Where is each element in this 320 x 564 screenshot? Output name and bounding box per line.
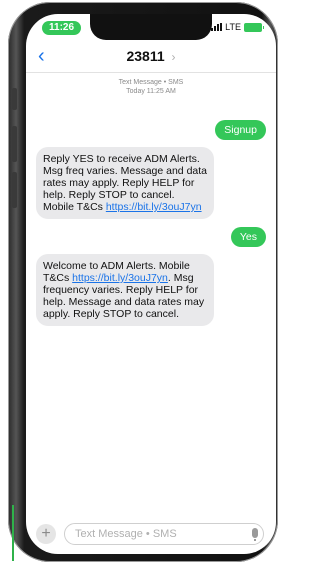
phone-frame: 11:26 LTE ‹ 23811 › Text Message • SMS T… [8, 2, 278, 562]
signal-icon [211, 23, 223, 31]
volume-up-button [12, 126, 17, 162]
chevron-right-icon: › [171, 50, 176, 64]
status-indicators: LTE [211, 22, 264, 32]
accent-line [12, 505, 14, 561]
message-input[interactable] [64, 523, 264, 545]
conversation-header: ‹ 23811 › [26, 42, 276, 73]
contact-name[interactable]: 23811 › [26, 48, 276, 64]
terms-link[interactable]: https://bit.ly/3ouJ7yn [106, 201, 202, 213]
message-composer: + [26, 518, 276, 554]
battery-icon [244, 22, 264, 32]
thread-timestamp: Today 11:25 AM [126, 88, 176, 95]
outgoing-message[interactable]: Signup [215, 120, 266, 140]
contact-number: 23811 [126, 48, 165, 64]
incoming-message[interactable]: Welcome to ADM Alerts. Mobile T&Cs https… [36, 254, 214, 326]
volume-down-button [12, 172, 17, 208]
thread-type: Text Message • SMS [118, 79, 184, 86]
status-time: 11:26 [42, 21, 82, 35]
incoming-message[interactable]: Reply YES to receive ADM Alerts. Msg fre… [36, 147, 214, 219]
thread-meta: Text Message • SMS Today 11:25 AM [26, 78, 276, 96]
add-attachment-button[interactable]: + [36, 524, 56, 544]
terms-link[interactable]: https://bit.ly/3ouJ7yn [72, 272, 168, 284]
mute-switch [12, 88, 17, 110]
mic-icon[interactable] [252, 528, 258, 541]
notch [90, 14, 212, 40]
network-label: LTE [225, 22, 241, 32]
messages-screen: 11:26 LTE ‹ 23811 › Text Message • SMS T… [26, 14, 276, 554]
outgoing-message[interactable]: Yes [230, 227, 266, 247]
